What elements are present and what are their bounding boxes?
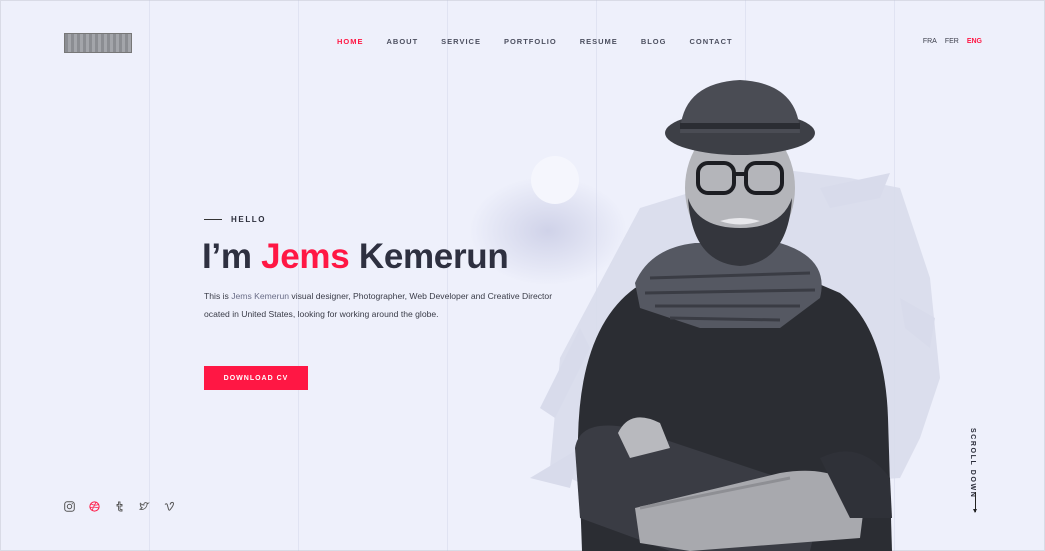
site-logo[interactable]: [64, 33, 132, 53]
intro-start: This is: [204, 291, 232, 301]
nav-blog[interactable]: BLOG: [641, 37, 667, 46]
lang-eng[interactable]: ENG: [967, 38, 982, 45]
lang-fer[interactable]: FER: [945, 38, 959, 45]
greeting: HELLO: [204, 215, 266, 224]
intro-end: visual designer, Photographer, Web Devel…: [289, 291, 553, 301]
headline-prefix: I’m: [202, 237, 262, 276]
instagram-icon[interactable]: [64, 501, 75, 512]
intro-line-2: ocated in United States, looking for wor…: [204, 308, 439, 319]
main-nav: HOME ABOUT SERVICE PORTFOLIO RESUME BLOG…: [337, 37, 733, 46]
dribbble-icon[interactable]: [89, 501, 100, 512]
nav-about[interactable]: ABOUT: [387, 37, 419, 46]
hero-portrait: [530, 80, 940, 551]
scroll-down-indicator[interactable]: SCROLL DOWN: [969, 428, 983, 514]
arrow-down-icon: [973, 492, 977, 513]
greeting-text: HELLO: [231, 215, 267, 224]
vimeo-icon[interactable]: [164, 501, 175, 512]
social-links: [64, 501, 175, 512]
twitter-icon[interactable]: [139, 501, 150, 512]
hero-intro: This is Jems Kemerun visual designer, Ph…: [204, 288, 554, 323]
nav-contact[interactable]: CONTACT: [689, 37, 732, 46]
headline-first-name: Jems: [261, 237, 350, 276]
greeting-dash: [204, 219, 222, 220]
scroll-down-label: SCROLL DOWN: [969, 428, 976, 499]
nav-service[interactable]: SERVICE: [441, 37, 481, 46]
download-cv-button[interactable]: DOWNLOAD CV: [204, 366, 308, 390]
hero-headline: I’m Jems Kemerun: [202, 237, 509, 277]
tumblr-icon[interactable]: [114, 501, 125, 512]
headline-last-name: Kemerun: [349, 237, 509, 276]
grid-line: [149, 0, 150, 551]
nav-resume[interactable]: RESUME: [580, 37, 618, 46]
nav-portfolio[interactable]: PORTFOLIO: [504, 37, 557, 46]
lang-fra[interactable]: FRA: [923, 38, 937, 45]
language-switcher: FRA FER ENG: [923, 38, 982, 45]
nav-home[interactable]: HOME: [337, 37, 364, 46]
intro-name: Jems Kemerun: [231, 291, 290, 301]
